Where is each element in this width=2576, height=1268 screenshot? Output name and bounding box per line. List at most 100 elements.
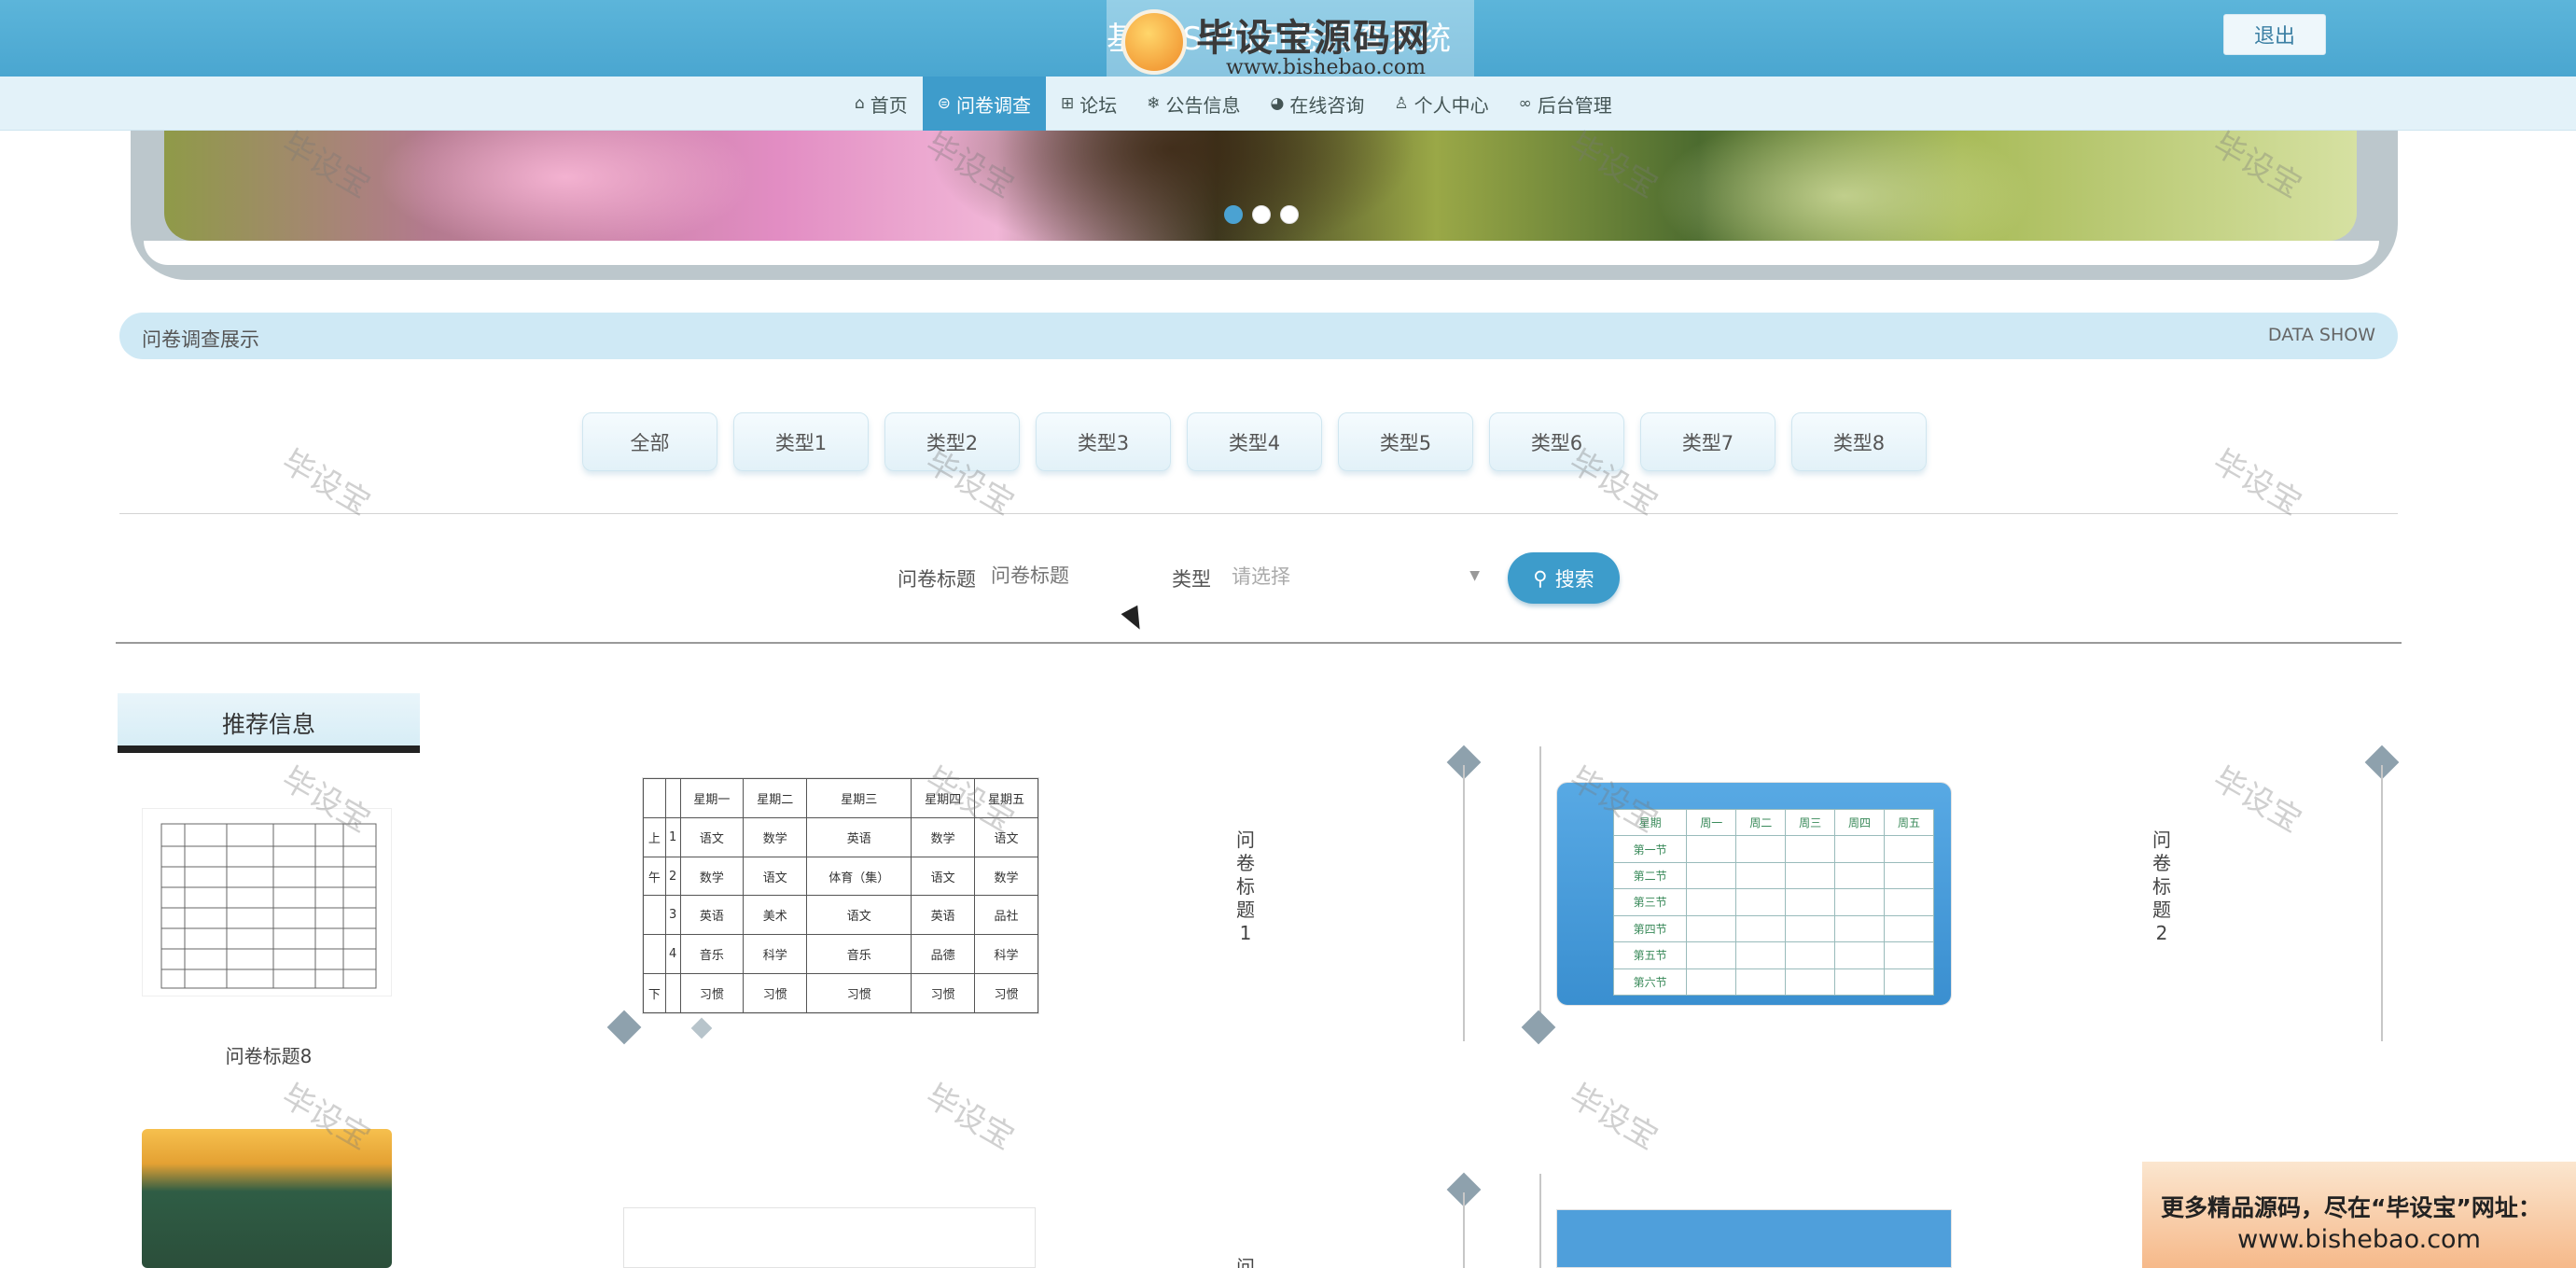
table-cell: 英语 bbox=[911, 895, 976, 936]
table-cell bbox=[664, 778, 681, 818]
table-row: 第一节 bbox=[1612, 835, 1934, 863]
table-cell: 1 bbox=[664, 816, 681, 857]
mouse-cursor bbox=[1121, 605, 1149, 634]
chevron-down-icon: ▼ bbox=[1469, 568, 1480, 583]
table-cell: 第四节 bbox=[1612, 914, 1688, 943]
survey-card-image[interactable]: 星期一 星期二 星期三 星期四 星期五 上 1 语文 数学 英语 数学 语文 午 2 数学 语文 体育（集）… bbox=[642, 777, 1039, 1014]
table-cell: 习惯 bbox=[743, 973, 808, 1013]
nav-item-label: 首页 bbox=[870, 93, 908, 117]
nav-item-home[interactable]: ⌂ 首页 bbox=[840, 77, 923, 131]
title-char: 卷 bbox=[2152, 852, 2171, 874]
diamond-decoration-icon bbox=[690, 1017, 713, 1039]
nav-item-consult[interactable]: ◕ 在线咨询 bbox=[1256, 77, 1380, 131]
table-cell bbox=[1884, 888, 1934, 916]
nav-item-admin[interactable]: ∞ 后台管理 bbox=[1504, 77, 1627, 131]
survey-icon: ⊜ bbox=[937, 94, 952, 113]
category-button[interactable]: 类型8 bbox=[1791, 412, 1927, 471]
table-cell: 习惯 bbox=[679, 973, 745, 1013]
table-row: 第四节 bbox=[1612, 914, 1934, 943]
table-cell: 音乐 bbox=[679, 934, 745, 975]
nav-item-forum[interactable]: ⊞ 论坛 bbox=[1046, 77, 1132, 131]
nav-item-notice[interactable]: ❄ 公告信息 bbox=[1132, 77, 1255, 131]
nav-item-label: 问卷调查 bbox=[956, 93, 1032, 117]
category-button[interactable]: 类型6 bbox=[1489, 412, 1624, 471]
category-button[interactable]: 类型2 bbox=[884, 412, 1020, 471]
table-cell bbox=[1785, 861, 1836, 890]
table-cell: 科学 bbox=[974, 934, 1038, 975]
table-cell bbox=[1735, 888, 1787, 916]
table-cell bbox=[1686, 914, 1737, 943]
title-char: 问 bbox=[1236, 1256, 1255, 1268]
table-cell: 周四 bbox=[1834, 808, 1885, 837]
category-button[interactable]: 类型7 bbox=[1640, 412, 1775, 471]
table-cell: 周三 bbox=[1785, 808, 1836, 837]
section-header: 问卷调查展示 DATA SHOW bbox=[119, 313, 2398, 359]
table-row: 星期一 星期二 星期三 星期四 星期五 bbox=[643, 778, 1038, 818]
table-cell: 体育（集） bbox=[806, 856, 912, 897]
table-row: 第三节 bbox=[1612, 888, 1934, 916]
table-cell: 数学 bbox=[974, 856, 1038, 897]
table-cell bbox=[1686, 835, 1737, 863]
page: 基于JSP的问卷调查系统 退出 毕设宝源码网 www.bishebao.com … bbox=[0, 0, 2576, 1268]
table-cell bbox=[1785, 914, 1836, 943]
title-search-input[interactable] bbox=[991, 558, 1131, 593]
ad-banner[interactable]: 更多精品源码，尽在“毕设宝”网址： www.bishebao.com bbox=[2142, 1162, 2576, 1268]
table-cell bbox=[643, 934, 666, 975]
nav-item-profile[interactable]: ♙ 个人中心 bbox=[1379, 77, 1503, 131]
survey-card-image[interactable] bbox=[1556, 1209, 1952, 1268]
table-cell: 星期四 bbox=[911, 778, 976, 818]
table-cell: 周一 bbox=[1686, 808, 1737, 837]
watermark-text: 毕设宝 bbox=[2207, 759, 2308, 841]
category-button[interactable]: 类型3 bbox=[1036, 412, 1171, 471]
table-cell: 午 bbox=[643, 856, 666, 897]
table-cell: 习惯 bbox=[911, 973, 976, 1013]
type-select[interactable]: 请选择 ▼ bbox=[1232, 558, 1480, 593]
nav-item-survey[interactable]: ⊜ 问卷调查 bbox=[922, 77, 1047, 131]
table-row: 下习惯 习惯 习惯 习惯 习惯 bbox=[643, 973, 1038, 1013]
table-row: 上 1 语文 数学 英语 数学 语文 bbox=[643, 816, 1038, 857]
recommend-item-label[interactable]: 问卷标题8 bbox=[118, 1041, 420, 1068]
table-cell bbox=[1834, 888, 1885, 916]
table-cell: 音乐 bbox=[806, 934, 912, 975]
nav-item-label: 公告信息 bbox=[1165, 93, 1241, 117]
carousel-dot[interactable] bbox=[1224, 205, 1243, 224]
divider bbox=[116, 642, 2402, 644]
logout-button[interactable]: 退出 bbox=[2223, 14, 2326, 55]
table-cell bbox=[1686, 888, 1737, 916]
table-cell bbox=[1884, 941, 1934, 969]
carousel-dot[interactable] bbox=[1280, 205, 1299, 224]
survey-card-title[interactable]: 问 卷 标 题 1 bbox=[1232, 829, 1260, 945]
type-label: 类型 bbox=[1172, 568, 1211, 591]
recommend-item-image[interactable] bbox=[142, 808, 392, 996]
survey-card-title[interactable]: 问 bbox=[1232, 1256, 1260, 1268]
table-row: 4 音乐 科学 音乐 品德 科学 bbox=[643, 934, 1038, 975]
card-divider bbox=[2381, 765, 2383, 1041]
watermark-text: 毕设宝 bbox=[919, 1077, 1021, 1158]
recommend-title: 推荐信息 bbox=[221, 711, 315, 738]
category-button[interactable]: 类型5 bbox=[1338, 412, 1473, 471]
table-cell: 习惯 bbox=[974, 973, 1038, 1013]
title-char: 标 bbox=[2152, 875, 2171, 898]
category-button[interactable]: 类型4 bbox=[1187, 412, 1322, 471]
carousel-dot[interactable] bbox=[1252, 205, 1271, 224]
table-cell: 第五节 bbox=[1612, 941, 1688, 969]
table-cell bbox=[1884, 835, 1934, 863]
table-cell: 数学 bbox=[679, 856, 745, 897]
recommend-item-image[interactable] bbox=[142, 1129, 392, 1268]
ad-url: www.bishebao.com bbox=[2237, 1225, 2481, 1254]
survey-card-image[interactable]: 星期 周一 周二 周三 周四 周五 第一节 第二节 第三节 第四节 第五节 第六节 bbox=[1556, 782, 1952, 1006]
section-title: 问卷调查展示 bbox=[142, 328, 259, 351]
table-cell bbox=[1785, 888, 1836, 916]
survey-card-title[interactable]: 问 卷 标 题 2 bbox=[2148, 829, 2176, 945]
title-char: 题 bbox=[1236, 899, 1255, 921]
category-button-all[interactable]: 全部 bbox=[582, 412, 717, 471]
banner-image bbox=[164, 131, 2357, 241]
search-button[interactable]: ⚲ 搜索 bbox=[1508, 552, 1620, 604]
schedule-table: 星期一 星期二 星期三 星期四 星期五 上 1 语文 数学 英语 数学 语文 午 2 数学 语文 体育（集）… bbox=[643, 778, 1038, 1013]
recommend-header: 推荐信息 bbox=[118, 693, 420, 753]
diamond-decoration-icon bbox=[606, 1010, 642, 1045]
table-cell bbox=[1884, 861, 1934, 890]
banner-carousel[interactable] bbox=[164, 131, 2357, 241]
category-button[interactable]: 类型1 bbox=[733, 412, 869, 471]
survey-card-image[interactable] bbox=[623, 1207, 1036, 1268]
